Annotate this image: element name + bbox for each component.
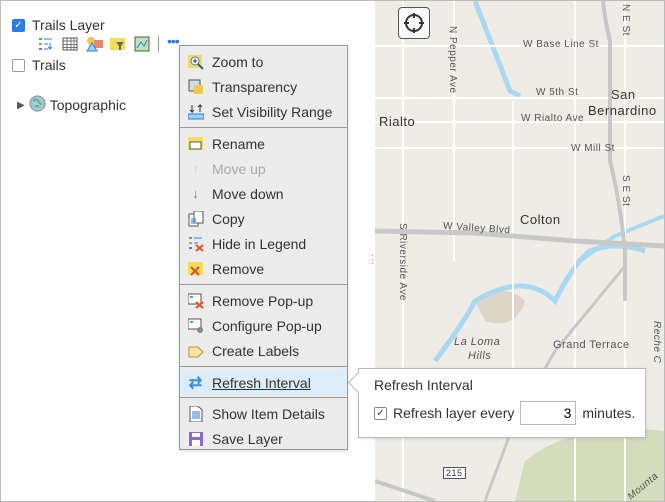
arrow-up-icon: ↑ (192, 161, 199, 176)
zoom-to-icon (187, 53, 204, 70)
document-icon (187, 405, 204, 422)
highway-shield: 215 (443, 467, 466, 479)
menu-item-move-down[interactable]: ↓ Move down (180, 181, 347, 206)
map-label: N E St (620, 4, 631, 36)
layer-item-trails-layer[interactable]: ✓ Trails Layer (12, 17, 105, 33)
layer-context-menu: Zoom to Transparency Set Visibility Rang… (179, 45, 348, 450)
map-label: Rialto (379, 114, 416, 129)
popup-title: Refresh Interval (374, 377, 473, 393)
map-label: Bernardino (588, 103, 657, 118)
map-label: Reche C (651, 321, 662, 364)
menu-separator (180, 397, 347, 398)
visibility-range-icon (187, 103, 204, 120)
layer-label: Topographic (49, 97, 126, 113)
map-label: S Riverside Ave (397, 223, 408, 301)
create-labels-icon (187, 342, 204, 359)
menu-item-rename[interactable]: Rename (180, 131, 347, 156)
refresh-interval-input[interactable] (520, 401, 577, 425)
globe-icon (29, 95, 46, 115)
filter-icon[interactable] (110, 36, 126, 52)
map-label: W 5th St (536, 87, 579, 98)
menu-separator (180, 127, 347, 128)
menu-separator (180, 366, 347, 367)
menu-item-copy[interactable]: Copy (180, 206, 347, 231)
map-label: San (611, 87, 636, 102)
menu-item-zoom-to[interactable]: Zoom to (180, 49, 347, 74)
layer-label: Trails Layer (32, 17, 105, 33)
remove-icon (187, 260, 204, 277)
menu-item-remove[interactable]: Remove (180, 256, 347, 281)
transparency-icon (187, 78, 204, 95)
change-style-icon[interactable] (86, 36, 103, 52)
refresh-checkbox-label: Refresh layer every (393, 405, 515, 421)
save-icon (187, 430, 204, 447)
unit-label: minutes. (582, 405, 636, 421)
map-label: S E St (620, 175, 631, 207)
refresh-checkbox[interactable]: ✓ (374, 406, 387, 420)
locate-icon (404, 13, 424, 33)
menu-item-save-layer[interactable]: Save Layer (180, 426, 347, 451)
menu-item-show-item-details[interactable]: Show Item Details (180, 401, 347, 426)
menu-item-set-visibility-range[interactable]: Set Visibility Range (180, 99, 347, 124)
map-label: Hills (468, 350, 492, 362)
map-label: Colton (520, 212, 561, 227)
copy-icon (187, 210, 204, 227)
table-icon[interactable] (62, 36, 78, 52)
map-label: N Pepper Ave (447, 26, 458, 94)
hide-legend-icon (187, 235, 204, 252)
basemap-icon[interactable] (134, 36, 150, 52)
layer-item-trails[interactable]: Trails (12, 57, 66, 73)
layer-item-topographic[interactable]: ▶ Topographic (17, 95, 126, 115)
locate-button[interactable] (398, 7, 430, 39)
menu-separator (180, 284, 347, 285)
refresh-icon: ⇄ (188, 374, 203, 392)
legend-icon[interactable] (38, 36, 54, 52)
remove-popup-icon (187, 292, 204, 309)
layer-toolbar: ••• (38, 34, 183, 52)
rename-icon (187, 135, 204, 152)
layer-label: Trails (32, 57, 66, 73)
map-label: W Rialto Ave (521, 113, 585, 124)
toolbar-divider (158, 36, 159, 52)
map-label: W Base Line St (523, 39, 599, 50)
menu-item-transparency[interactable]: Transparency (180, 74, 347, 99)
map-label: La Loma (454, 336, 501, 348)
menu-item-configure-popup[interactable]: Configure Pop-up (180, 313, 347, 338)
menu-item-create-labels[interactable]: Create Labels (180, 338, 347, 363)
expand-caret-icon[interactable]: ▶ (17, 100, 25, 111)
menu-item-move-up[interactable]: ↑ Move up (180, 156, 347, 181)
map-label: W Mill St (571, 143, 615, 154)
configure-popup-icon (187, 317, 204, 334)
menu-item-hide-in-legend[interactable]: Hide in Legend (180, 231, 347, 256)
layer-visibility-checkbox[interactable] (12, 58, 25, 72)
map-label: Grand Terrace (553, 339, 630, 351)
menu-item-remove-popup[interactable]: Remove Pop-up (180, 288, 347, 313)
layer-visibility-checkbox[interactable]: ✓ (12, 18, 25, 32)
refresh-interval-popup: Refresh Interval ✓ Refresh layer every m… (358, 368, 646, 438)
menu-item-refresh-interval[interactable]: ⇄ Refresh Interval (180, 370, 347, 395)
arrow-down-icon: ↓ (192, 186, 199, 201)
